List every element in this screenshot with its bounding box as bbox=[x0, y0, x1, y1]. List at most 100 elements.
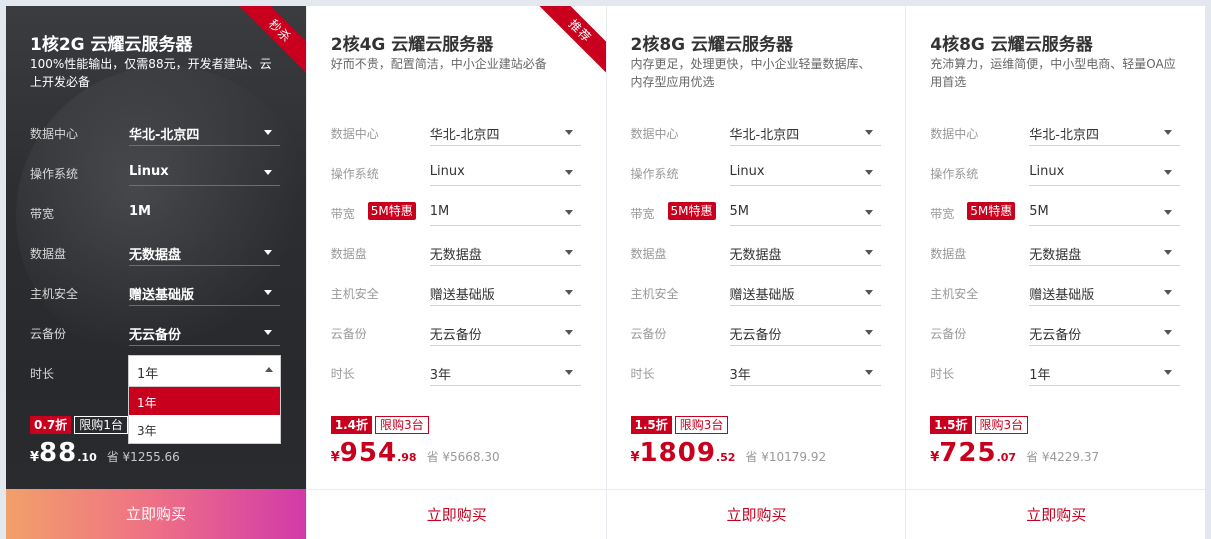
security-select[interactable]: 赠送基础版 bbox=[729, 280, 881, 306]
duration-select[interactable]: 1年 bbox=[1029, 360, 1181, 386]
limit-badge: 限购3台 bbox=[375, 416, 429, 434]
bandwidth-row: 带宽 5M特惠 1M bbox=[331, 200, 591, 226]
datacenter-select[interactable]: 华北-北京四 bbox=[1029, 120, 1181, 146]
os-label: 操作系统 bbox=[330, 167, 379, 181]
disk-select[interactable]: 无数据盘 bbox=[129, 240, 280, 266]
backup-row: 云备份 无云备份 bbox=[331, 320, 591, 346]
duration-select[interactable]: 3年 bbox=[429, 360, 581, 386]
os-row: 操作系统 Linux bbox=[631, 160, 891, 186]
buy-now-button[interactable]: 立即购买 bbox=[606, 489, 906, 539]
security-select[interactable]: 赠送基础版 bbox=[1029, 280, 1181, 306]
duration-option-1-year[interactable]: 1年 bbox=[129, 387, 280, 415]
backup-label: 云备份 bbox=[930, 327, 967, 341]
datacenter-row: 数据中心 华北-北京四 bbox=[930, 120, 1190, 146]
chevron-down-icon bbox=[1164, 250, 1173, 255]
buy-now-button[interactable]: 立即购买 bbox=[306, 489, 606, 539]
duration-row: 时长 1年 bbox=[930, 360, 1190, 386]
chevron-down-icon bbox=[864, 250, 873, 255]
datacenter-value: 华北-北京四 bbox=[729, 128, 800, 143]
security-label: 主机安全 bbox=[330, 287, 379, 301]
disk-value: 无数据盘 bbox=[1029, 248, 1082, 263]
disk-select[interactable]: 无数据盘 bbox=[729, 240, 881, 266]
security-row: 主机安全 赠送基础版 bbox=[331, 280, 591, 306]
bandwidth-select[interactable]: 5M bbox=[1029, 200, 1181, 226]
security-label: 主机安全 bbox=[630, 287, 679, 301]
price-decimal: .98 bbox=[397, 451, 417, 464]
product-card-2c8g: 2核8G 云耀云服务器 内存更足，处理更快，中小企业轻量数据库、内存型应用优选 … bbox=[605, 6, 906, 539]
currency-symbol: ¥ bbox=[330, 450, 340, 465]
duration-select[interactable]: 3年 bbox=[729, 360, 881, 386]
buy-now-button[interactable]: 立即购买 bbox=[906, 489, 1205, 539]
os-row: 操作系统 Linux bbox=[930, 160, 1190, 186]
duration-value: 3年 bbox=[729, 368, 751, 383]
chevron-down-icon bbox=[864, 170, 873, 175]
os-select[interactable]: Linux bbox=[729, 160, 881, 186]
datacenter-value: 华北-北京四 bbox=[429, 128, 500, 143]
os-select[interactable]: Linux bbox=[429, 160, 581, 186]
datacenter-label: 数据中心 bbox=[930, 127, 979, 141]
buy-now-button[interactable]: 立即购买 bbox=[6, 489, 306, 539]
datacenter-row: 数据中心 华北-北京四 bbox=[631, 120, 891, 146]
product-cards: 秒杀 1核2G 云耀云服务器 100%性能输出，仅需88元，开发者建站、云上开发… bbox=[6, 6, 1205, 539]
backup-label: 云备份 bbox=[630, 327, 667, 341]
backup-select[interactable]: 无云备份 bbox=[1029, 320, 1181, 346]
duration-select[interactable]: 1年 bbox=[129, 356, 280, 387]
os-select[interactable]: Linux bbox=[129, 160, 280, 186]
discount-badge: 1.5折 bbox=[630, 416, 672, 434]
disk-value: 无数据盘 bbox=[429, 248, 482, 263]
price-integer: 88 bbox=[39, 438, 78, 468]
chevron-down-icon bbox=[264, 330, 272, 335]
disk-label: 数据盘 bbox=[930, 247, 967, 261]
chevron-down-icon bbox=[1164, 130, 1173, 135]
currency-symbol: ¥ bbox=[30, 450, 40, 465]
bandwidth-select[interactable]: 5M bbox=[729, 200, 881, 226]
chevron-down-icon bbox=[864, 330, 873, 335]
currency-symbol: ¥ bbox=[630, 450, 640, 465]
os-value: Linux bbox=[1029, 164, 1065, 179]
chevron-down-icon bbox=[564, 290, 573, 295]
limit-badge: 限购3台 bbox=[974, 416, 1029, 434]
chevron-down-icon bbox=[864, 210, 873, 215]
limit-badge: 限购3台 bbox=[674, 416, 729, 434]
disk-label: 数据盘 bbox=[30, 247, 67, 261]
price-decimal: .07 bbox=[996, 451, 1017, 464]
duration-row: 时长 3年 bbox=[631, 360, 891, 386]
duration-option-3-year[interactable]: 3年 bbox=[129, 415, 280, 443]
security-select[interactable]: 赠送基础版 bbox=[129, 280, 280, 306]
bandwidth-row: 带宽 1M bbox=[30, 200, 290, 226]
datacenter-select[interactable]: 华北-北京四 bbox=[729, 120, 881, 146]
chevron-down-icon bbox=[1164, 290, 1173, 295]
discount-badge: 1.5折 bbox=[930, 416, 972, 434]
badges: 1.5折 限购3台 bbox=[630, 414, 729, 434]
bandwidth-promo-tag: 5M特惠 bbox=[367, 202, 416, 220]
price: ¥725.07 省 ¥4229.37 bbox=[930, 438, 1099, 468]
currency-symbol: ¥ bbox=[930, 450, 940, 465]
bandwidth-select[interactable]: 1M bbox=[429, 200, 581, 226]
price-decimal: .10 bbox=[77, 451, 97, 464]
backup-value: 无云备份 bbox=[1029, 328, 1082, 343]
savings-text: 省 ¥4229.37 bbox=[1026, 450, 1100, 464]
os-label: 操作系统 bbox=[630, 167, 679, 181]
disk-select[interactable]: 无数据盘 bbox=[429, 240, 581, 266]
security-row: 主机安全 赠送基础版 bbox=[930, 280, 1190, 306]
os-select[interactable]: Linux bbox=[1029, 160, 1181, 186]
backup-value: 无云备份 bbox=[429, 328, 482, 343]
backup-select[interactable]: 无云备份 bbox=[729, 320, 881, 346]
datacenter-select[interactable]: 华北-北京四 bbox=[129, 120, 280, 146]
bandwidth-value: 1M bbox=[429, 204, 450, 219]
security-select[interactable]: 赠送基础版 bbox=[429, 280, 581, 306]
price: ¥1809.52 省 ¥10179.92 bbox=[631, 438, 827, 468]
datacenter-select[interactable]: 华北-北京四 bbox=[429, 120, 581, 146]
disk-select[interactable]: 无数据盘 bbox=[1029, 240, 1181, 266]
card-description: 充沛算力，运维简便，中小型电商、轻量OA应用首选 bbox=[930, 57, 1176, 89]
duration-label: 时长 bbox=[930, 367, 955, 381]
card-title: 4核8G 云耀云服务器 bbox=[930, 35, 1093, 55]
chevron-down-icon bbox=[864, 290, 873, 295]
backup-select[interactable]: 无云备份 bbox=[129, 320, 280, 346]
limit-badge: 限购1台 bbox=[74, 416, 128, 434]
card-description: 内存更足，处理更快，中小企业轻量数据库、内存型应用优选 bbox=[630, 57, 871, 89]
duration-dropdown-open[interactable]: 1年 1年 3年 bbox=[128, 355, 281, 444]
disk-label: 数据盘 bbox=[330, 247, 367, 261]
price-integer: 725 bbox=[939, 438, 997, 468]
backup-select[interactable]: 无云备份 bbox=[429, 320, 581, 346]
